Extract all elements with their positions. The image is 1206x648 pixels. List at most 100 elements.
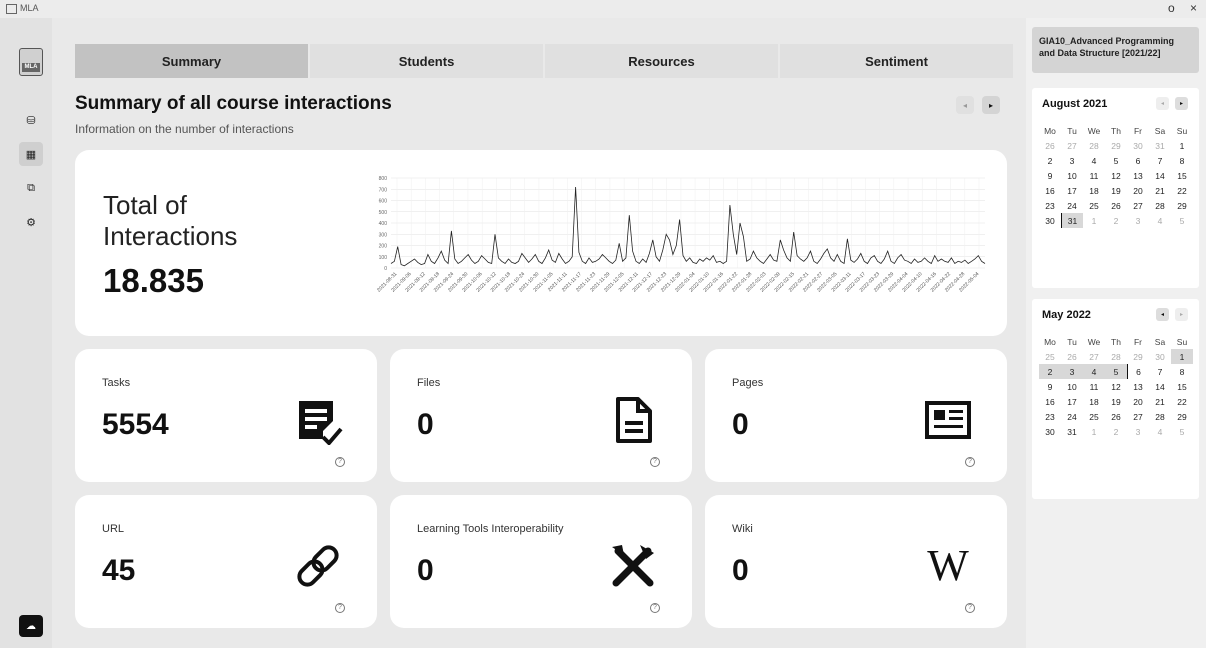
tab-sentiment[interactable]: Sentiment	[780, 44, 1013, 78]
calendar-day[interactable]: 26	[1061, 349, 1083, 364]
calendar-day[interactable]: 30	[1127, 138, 1149, 153]
calendar-day[interactable]: 29	[1127, 349, 1149, 364]
calendar-day[interactable]: 27	[1127, 409, 1149, 424]
calendar-day[interactable]: 11	[1083, 379, 1105, 394]
help-icon[interactable]: ?	[965, 457, 975, 467]
calendar-next-icon[interactable]: ▸	[1175, 308, 1188, 321]
calendar-day[interactable]: 14	[1149, 379, 1171, 394]
calendar-day[interactable]: 30	[1149, 349, 1171, 364]
calendar-day[interactable]: 15	[1171, 379, 1193, 394]
calendar-day[interactable]: 24	[1061, 409, 1083, 424]
calendar-day[interactable]: 5	[1171, 424, 1193, 439]
calendar-day[interactable]: 7	[1149, 364, 1171, 379]
calendar-day[interactable]: 26	[1039, 138, 1061, 153]
calendar-day[interactable]: 3	[1127, 213, 1149, 228]
calendar-day[interactable]: 29	[1171, 198, 1193, 213]
calendar-day[interactable]: 5	[1105, 153, 1127, 168]
help-icon[interactable]: ?	[650, 603, 660, 613]
calendar-prev-icon[interactable]: ◂	[1156, 97, 1169, 110]
calendar-day[interactable]: 19	[1105, 394, 1127, 409]
help-icon[interactable]: ?	[965, 603, 975, 613]
calendar-next-icon[interactable]: ▸	[1175, 97, 1188, 110]
calendar-day[interactable]: 17	[1061, 183, 1083, 198]
calendar-day[interactable]: 12	[1105, 379, 1127, 394]
calendar-day[interactable]: 5	[1105, 364, 1127, 379]
calendar-day[interactable]: 3	[1061, 153, 1083, 168]
calendar-day[interactable]: 8	[1171, 153, 1193, 168]
calendar-day[interactable]: 23	[1039, 198, 1061, 213]
calendar-day[interactable]: 3	[1061, 364, 1083, 379]
cloud-upload-icon[interactable]: ☁	[19, 615, 43, 637]
calendar-day[interactable]: 10	[1061, 379, 1083, 394]
calendar-day[interactable]: 1	[1171, 138, 1193, 153]
calendar-day[interactable]: 2	[1105, 213, 1127, 228]
calendar-day[interactable]: 16	[1039, 394, 1061, 409]
calendar-day[interactable]: 27	[1083, 349, 1105, 364]
calendar-day[interactable]: 15	[1171, 168, 1193, 183]
calendar-day[interactable]: 13	[1127, 168, 1149, 183]
calendar-day[interactable]: 11	[1083, 168, 1105, 183]
tab-students[interactable]: Students	[310, 44, 543, 78]
course-selector[interactable]: GIA10_Advanced Programming and Data Stru…	[1032, 27, 1199, 73]
tab-summary[interactable]: Summary	[75, 44, 308, 78]
calendar-day[interactable]: 21	[1149, 394, 1171, 409]
database-icon[interactable]: ⛁	[19, 108, 43, 132]
calendar-day[interactable]: 2	[1105, 424, 1127, 439]
settings-icon[interactable]: ⚙	[19, 210, 43, 234]
calendar-day[interactable]: 26	[1105, 198, 1127, 213]
calendar-day[interactable]: 25	[1039, 349, 1061, 364]
calendar-day[interactable]: 21	[1149, 183, 1171, 198]
calendar-day[interactable]: 1	[1083, 213, 1105, 228]
calendar-day[interactable]: 18	[1083, 394, 1105, 409]
minimize-icon[interactable]: o	[1168, 1, 1175, 15]
calendar-day[interactable]: 13	[1127, 379, 1149, 394]
calendar-day[interactable]: 12	[1105, 168, 1127, 183]
previous-arrow-icon[interactable]: ◂	[956, 96, 974, 114]
calendar-day[interactable]: 31	[1061, 424, 1083, 439]
calendar-day[interactable]: 14	[1149, 168, 1171, 183]
tab-resources[interactable]: Resources	[545, 44, 778, 78]
calendar-day[interactable]: 4	[1149, 213, 1171, 228]
calendar-day[interactable]: 2	[1039, 153, 1061, 168]
calendar-day[interactable]: 4	[1149, 424, 1171, 439]
calendar-day[interactable]: 30	[1039, 213, 1061, 228]
calendar-day[interactable]: 27	[1061, 138, 1083, 153]
calendar-day[interactable]: 18	[1083, 183, 1105, 198]
calendar-day[interactable]: 3	[1127, 424, 1149, 439]
calendar-day[interactable]: 9	[1039, 379, 1061, 394]
calendar-day[interactable]: 16	[1039, 183, 1061, 198]
calendar-day[interactable]: 17	[1061, 394, 1083, 409]
help-icon[interactable]: ?	[650, 457, 660, 467]
calendar-day[interactable]: 26	[1105, 409, 1127, 424]
calendar-day[interactable]: 28	[1149, 409, 1171, 424]
calendar-day[interactable]: 8	[1171, 364, 1193, 379]
calendar-day[interactable]: 25	[1083, 198, 1105, 213]
calendar-day[interactable]: 6	[1127, 153, 1149, 168]
help-icon[interactable]: ?	[335, 603, 345, 613]
calendar-day[interactable]: 22	[1171, 183, 1193, 198]
calendar-day[interactable]: 1	[1083, 424, 1105, 439]
add-display-icon[interactable]: ⧉	[19, 176, 43, 200]
calendar-day[interactable]: 9	[1039, 168, 1061, 183]
calendar-day[interactable]: 23	[1039, 409, 1061, 424]
calendar-day[interactable]: 6	[1127, 364, 1149, 379]
calendar-day[interactable]: 28	[1105, 349, 1127, 364]
calendar-day[interactable]: 22	[1171, 394, 1193, 409]
help-icon[interactable]: ?	[335, 457, 345, 467]
calendar-day[interactable]: 27	[1127, 198, 1149, 213]
calendar-day[interactable]: 28	[1149, 198, 1171, 213]
calendar-day[interactable]: 24	[1061, 198, 1083, 213]
calendar-day[interactable]: 5	[1171, 213, 1193, 228]
calendar-day[interactable]: 29	[1171, 409, 1193, 424]
calendar-day[interactable]: 2	[1039, 364, 1061, 379]
dashboard-icon[interactable]: ▦	[19, 142, 43, 166]
calendar-day[interactable]: 25	[1083, 409, 1105, 424]
calendar-day[interactable]: 31	[1149, 138, 1171, 153]
next-arrow-icon[interactable]: ▸	[982, 96, 1000, 114]
calendar-day[interactable]: 20	[1127, 183, 1149, 198]
calendar-day[interactable]: 30	[1039, 424, 1061, 439]
calendar-day[interactable]: 4	[1083, 153, 1105, 168]
calendar-day[interactable]: 29	[1105, 138, 1127, 153]
calendar-day[interactable]: 19	[1105, 183, 1127, 198]
calendar-day[interactable]: 10	[1061, 168, 1083, 183]
